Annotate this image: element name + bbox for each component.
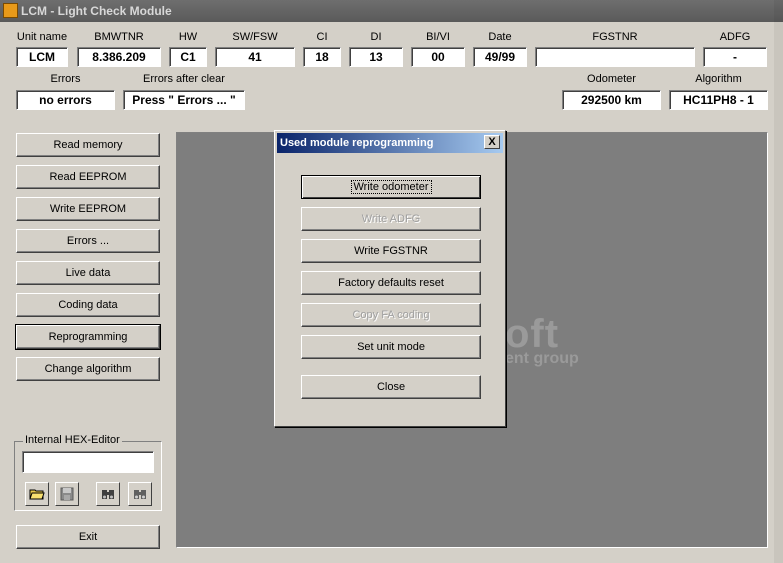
label-hw: HW (178, 31, 198, 43)
di-field: 13 (349, 47, 403, 67)
odometer-field: 292500 km (562, 90, 661, 110)
adfg-field: - (703, 47, 767, 67)
open-folder-icon (29, 489, 45, 500)
binoculars-next-icon (134, 490, 146, 499)
label-odometer: Odometer (587, 73, 636, 85)
label-adfg: ADFG (719, 31, 751, 43)
hex-editor-input[interactable] (22, 451, 154, 473)
dialog-title-bar: Used module reprogramming X (277, 133, 503, 153)
write-adfg-button: Write ADFG (301, 207, 481, 231)
factory-reset-button[interactable]: Factory defaults reset (301, 271, 481, 295)
label-unit-name: Unit name (16, 31, 68, 43)
unit-name-field: LCM (16, 47, 68, 67)
algorithm-field: HC11PH8 - 1 (669, 90, 768, 110)
sw-fsw-field: 41 (215, 47, 295, 67)
label-ci: CI (316, 31, 328, 43)
label-di: DI (370, 31, 382, 43)
find-button[interactable] (96, 482, 120, 506)
binoculars-icon (102, 490, 114, 499)
bi-vi-field: 00 (411, 47, 465, 67)
ci-field: 18 (303, 47, 341, 67)
bmwtnr-field: 8.386.209 (77, 47, 161, 67)
label-sw-fsw: SW/FSW (232, 31, 278, 43)
dialog-close-icon[interactable]: X (484, 135, 500, 149)
write-eeprom-button[interactable]: Write EEPROM (16, 197, 160, 221)
exit-button[interactable]: Exit (16, 525, 160, 549)
read-memory-button[interactable]: Read memory (16, 133, 160, 157)
fgstnr-field (535, 47, 695, 67)
date-field: 49/99 (473, 47, 527, 67)
set-unit-mode-button[interactable]: Set unit mode (301, 335, 481, 359)
live-data-button[interactable]: Live data (16, 261, 160, 285)
label-bmwtnr: BMWTNR (94, 31, 144, 43)
hw-field: C1 (169, 47, 207, 67)
dialog-title: Used module reprogramming (280, 137, 434, 149)
open-file-button[interactable] (25, 482, 49, 506)
errors-field: no errors (16, 90, 115, 110)
write-odometer-label: Write odometer (350, 180, 432, 194)
find-next-button[interactable] (128, 482, 152, 506)
reprogramming-dialog: Used module reprogramming X Write odomet… (274, 130, 506, 427)
window-title: LCM - Light Check Module (21, 4, 172, 18)
coding-data-button[interactable]: Coding data (16, 293, 160, 317)
read-eeprom-button[interactable]: Read EEPROM (16, 165, 160, 189)
errors-after-clear-field: Press " Errors ... " (123, 90, 245, 110)
write-fgstnr-button[interactable]: Write FGSTNR (301, 239, 481, 263)
label-errors-after-clear: Errors after clear (143, 73, 225, 85)
copy-fa-coding-button: Copy FA coding (301, 303, 481, 327)
write-odometer-button[interactable]: Write odometer (301, 175, 481, 199)
app-icon (3, 3, 18, 18)
hex-editor-label: Internal HEX-Editor (23, 434, 122, 446)
dialog-close-button[interactable]: Close (301, 375, 481, 399)
label-errors: Errors (50, 73, 81, 85)
label-fgstnr: FGSTNR (592, 31, 638, 43)
window-edge (774, 0, 783, 563)
label-bi-vi: BI/VI (426, 31, 450, 43)
save-file-button[interactable] (55, 482, 79, 506)
label-date: Date (488, 31, 512, 43)
label-algorithm: Algorithm (695, 73, 742, 85)
change-algorithm-button[interactable]: Change algorithm (16, 357, 160, 381)
title-bar: LCM - Light Check Module (0, 0, 783, 22)
errors-button[interactable]: Errors ... (16, 229, 160, 253)
save-disk-icon (60, 487, 74, 501)
logo-subtext: ent group (505, 350, 579, 367)
reprogramming-button[interactable]: Reprogramming (15, 324, 161, 350)
